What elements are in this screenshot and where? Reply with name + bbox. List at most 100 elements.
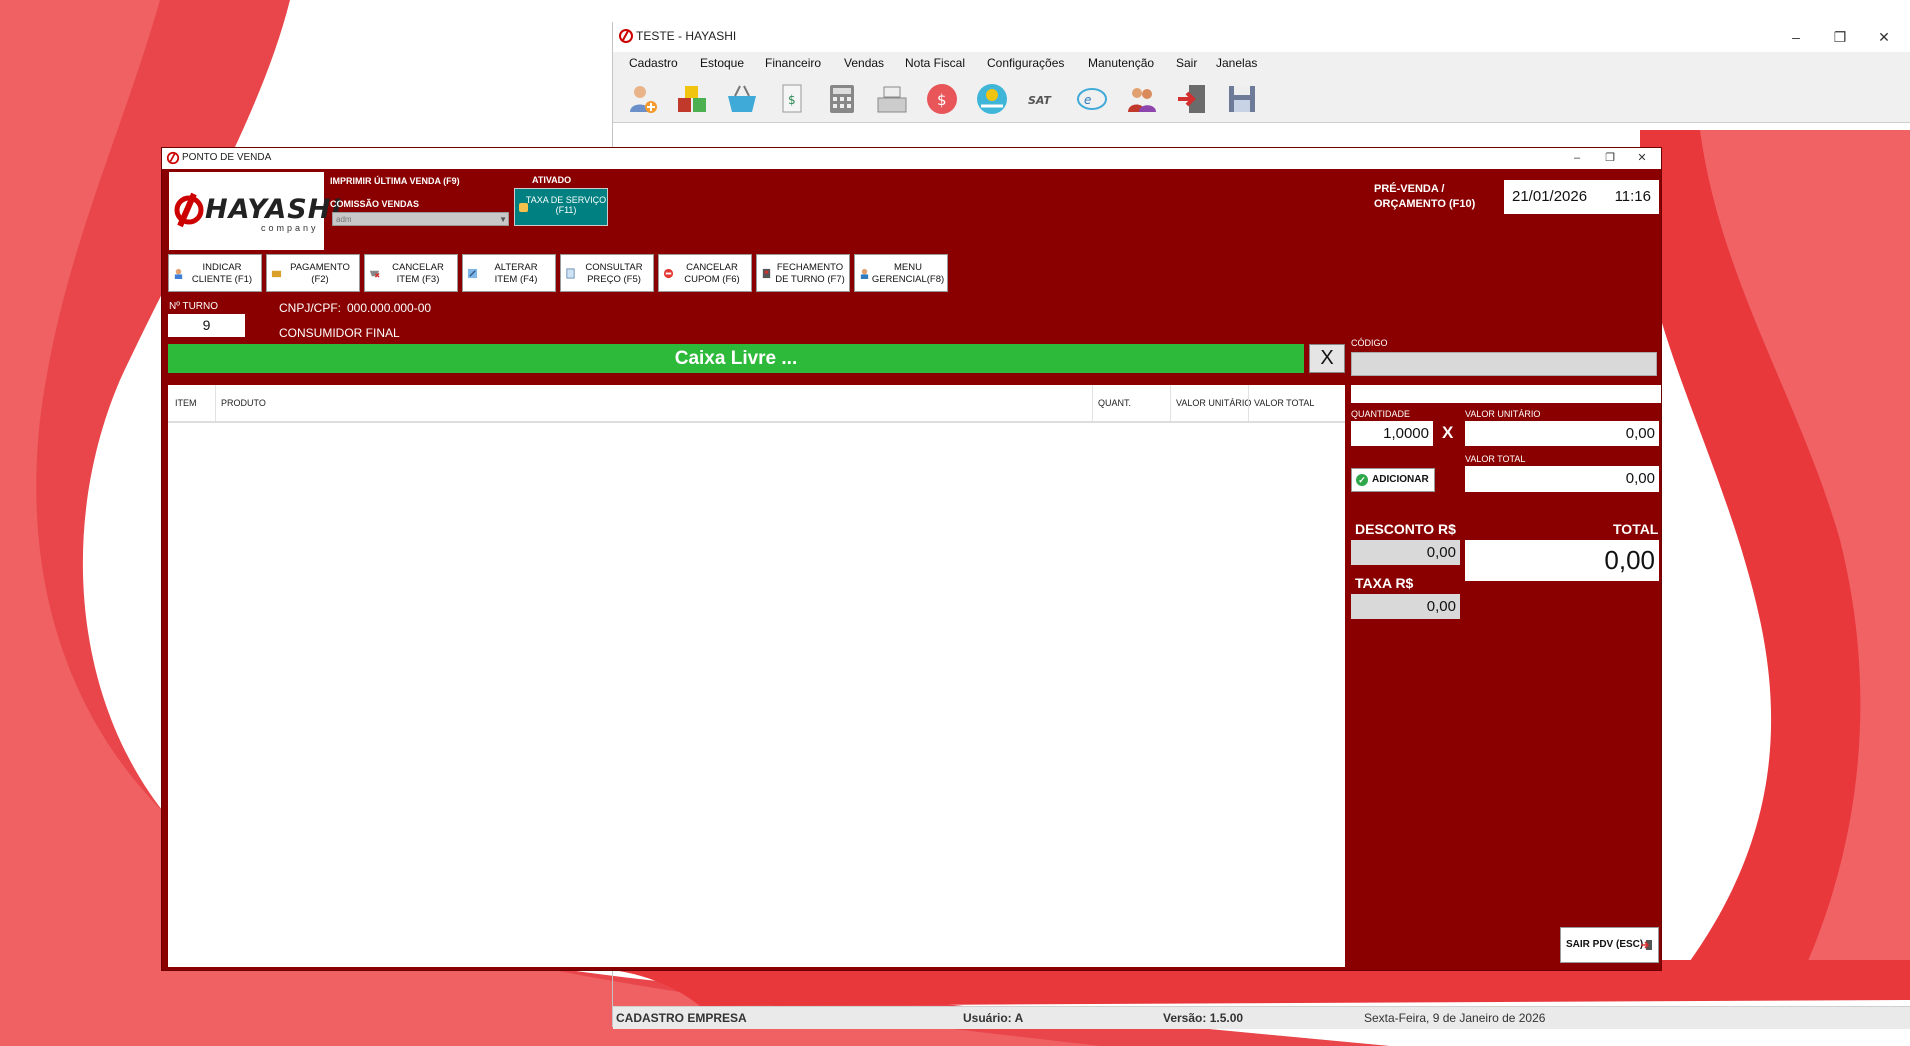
date-time-display: 21/01/2026 11:16 bbox=[1504, 180, 1659, 214]
col-valor-unitario[interactable]: VALOR UNITÁRIO bbox=[1176, 398, 1251, 408]
indicar-cliente-button[interactable]: INDICAR CLIENTE (F1) bbox=[168, 254, 262, 292]
consultar-preco-button[interactable]: CONSULTAR PREÇO (F5) bbox=[560, 254, 654, 292]
pre-venda-line1[interactable]: PRÉ-VENDA / bbox=[1374, 183, 1445, 195]
valor-total-field: 0,00 bbox=[1465, 466, 1659, 492]
menu-configuracoes[interactable]: Configurações bbox=[987, 56, 1064, 70]
payment-icon[interactable] bbox=[975, 82, 1009, 116]
pdv-minimize-button[interactable]: – bbox=[1563, 150, 1591, 167]
close-shift-icon bbox=[762, 268, 771, 279]
close-button[interactable]: ✕ bbox=[1866, 26, 1902, 48]
codigo-input[interactable] bbox=[1351, 352, 1657, 376]
money-bag-icon[interactable]: $ bbox=[925, 82, 959, 116]
calculator-icon[interactable] bbox=[825, 82, 859, 116]
nfe-icon[interactable]: e bbox=[1075, 82, 1109, 116]
menu-sair[interactable]: Sair bbox=[1176, 56, 1197, 70]
comissao-select[interactable]: adm ▼ bbox=[332, 212, 509, 226]
add-client-icon[interactable] bbox=[625, 82, 659, 116]
cnpj-value: 000.000.000-00 bbox=[347, 301, 432, 315]
taxa-label: TAXA R$ bbox=[1355, 575, 1414, 591]
product-description-field bbox=[1351, 385, 1661, 403]
menu-gerencial-button[interactable]: MENU GERENCIAL(F8) bbox=[854, 254, 948, 292]
taxa-servico-label: TAXA DE SERVIÇO (F11) bbox=[525, 195, 607, 215]
caixa-status-bar: Caixa Livre ... bbox=[168, 344, 1304, 373]
turno-value: 9 bbox=[168, 314, 245, 337]
pdv-restore-button[interactable]: ❐ bbox=[1596, 150, 1624, 167]
menu-nota-fiscal[interactable]: Nota Fiscal bbox=[905, 56, 965, 70]
clear-button[interactable]: X bbox=[1309, 344, 1345, 373]
main-window-border bbox=[612, 22, 613, 148]
sair-pdv-button[interactable]: SAIR PDV (ESC) bbox=[1560, 927, 1659, 963]
menu-cadastro[interactable]: Cadastro bbox=[629, 56, 678, 70]
menu-janelas[interactable]: Janelas bbox=[1216, 56, 1257, 70]
hayashi-logo-mark-icon bbox=[174, 192, 204, 228]
valor-unitario-label: VALOR UNITÁRIO bbox=[1465, 409, 1541, 419]
pdv-titlebar: PONTO DE VENDA – ❐ ✕ bbox=[162, 148, 1661, 169]
adicionar-button[interactable]: ✓ ADICIONAR bbox=[1351, 468, 1435, 492]
pdv-window-title: PONTO DE VENDA bbox=[182, 152, 272, 163]
column-divider bbox=[1248, 385, 1249, 421]
multiply-sign: X bbox=[1442, 423, 1454, 442]
svg-text:e: e bbox=[1084, 93, 1091, 107]
pagamento-button[interactable]: PAGAMENTO (F2) bbox=[266, 254, 360, 292]
taxa-field[interactable]: 0,00 bbox=[1351, 594, 1460, 619]
total-label: TOTAL bbox=[1613, 521, 1659, 537]
button-line2: ITEM (F4) bbox=[494, 274, 538, 285]
svg-text:SAT: SAT bbox=[1028, 94, 1052, 107]
status-usuario: Usuário: A bbox=[963, 1011, 1024, 1025]
column-divider bbox=[215, 385, 216, 421]
total-value: 0,00 bbox=[1465, 540, 1659, 581]
save-icon[interactable] bbox=[1225, 82, 1259, 116]
cancelar-item-button[interactable]: CANCELAR ITEM (F3) bbox=[364, 254, 458, 292]
svg-text:$: $ bbox=[788, 93, 796, 107]
menu-financeiro[interactable]: Financeiro bbox=[765, 56, 821, 70]
menu-estoque[interactable]: Estoque bbox=[700, 56, 744, 70]
comissao-label: COMISSÃO VENDAS bbox=[330, 199, 420, 209]
status-versao: Versão: 1.5.00 bbox=[1163, 1011, 1244, 1025]
taxa-servico-button[interactable]: TAXA DE SERVIÇO (F11) bbox=[514, 188, 608, 226]
logo-subtext: company bbox=[261, 223, 319, 233]
button-line2: CUPOM (F6) bbox=[684, 274, 740, 285]
users-icon[interactable] bbox=[1125, 82, 1159, 116]
quantidade-input[interactable]: 1,0000 bbox=[1351, 421, 1433, 446]
pdv-window: PONTO DE VENDA – ❐ ✕ HAYASHI company IMP… bbox=[161, 147, 1662, 971]
exit-door-icon bbox=[1641, 940, 1652, 950]
fechamento-turno-button[interactable]: FECHAMENTO DE TURNO (F7) bbox=[756, 254, 850, 292]
cash-register-icon[interactable] bbox=[875, 82, 909, 116]
button-line1: CONSULTAR bbox=[585, 262, 643, 273]
edit-icon bbox=[467, 268, 478, 279]
menu-manutencao[interactable]: Manutenção bbox=[1088, 56, 1154, 70]
alterar-item-button[interactable]: ALTERAR ITEM (F4) bbox=[462, 254, 556, 292]
button-line2: (F2) bbox=[311, 274, 329, 285]
exit-door-icon[interactable] bbox=[1175, 82, 1209, 116]
col-valor-total[interactable]: VALOR TOTAL bbox=[1254, 398, 1314, 408]
imprimir-ultima-venda-link[interactable]: IMPRIMIR ÚLTIMA VENDA (F9) bbox=[330, 176, 460, 186]
cancelar-cupom-button[interactable]: CANCELAR CUPOM (F6) bbox=[658, 254, 752, 292]
button-line2: CLIENTE (F1) bbox=[191, 274, 253, 285]
button-line1: INDICAR bbox=[202, 262, 242, 273]
sat-icon[interactable]: SAT bbox=[1025, 82, 1059, 116]
basket-icon[interactable] bbox=[725, 82, 759, 116]
button-line2: ITEM (F3) bbox=[396, 274, 440, 285]
pdv-close-button[interactable]: ✕ bbox=[1628, 150, 1656, 167]
app-logo-icon bbox=[619, 29, 633, 43]
minimize-button[interactable]: – bbox=[1778, 26, 1814, 48]
restore-button[interactable]: ❐ bbox=[1822, 26, 1858, 48]
logo-text: HAYASHI bbox=[205, 194, 343, 225]
products-icon[interactable] bbox=[675, 82, 709, 116]
button-line1: CANCELAR bbox=[392, 262, 444, 273]
desconto-field[interactable]: 0,00 bbox=[1351, 540, 1460, 565]
pre-venda-line2[interactable]: ORÇAMENTO (F10) bbox=[1374, 198, 1475, 210]
col-quant[interactable]: QUANT. bbox=[1098, 398, 1131, 408]
menu-vendas[interactable]: Vendas bbox=[844, 56, 884, 70]
current-time: 11:16 bbox=[1614, 188, 1651, 205]
button-line2: PREÇO (F5) bbox=[587, 274, 641, 285]
main-window-title: TESTE - HAYASHI bbox=[636, 29, 737, 43]
current-date: 21/01/2026 bbox=[1512, 188, 1588, 205]
col-item[interactable]: ITEM bbox=[175, 398, 197, 408]
document-icon[interactable]: $ bbox=[775, 82, 809, 116]
valor-unitario-input[interactable]: 0,00 bbox=[1465, 421, 1659, 446]
button-line1: PAGAMENTO bbox=[290, 262, 350, 273]
service-icon bbox=[519, 203, 528, 212]
items-grid[interactable]: ITEM PRODUTO QUANT. VALOR UNITÁRIO VALOR… bbox=[168, 385, 1345, 967]
col-produto[interactable]: PRODUTO bbox=[221, 398, 266, 408]
